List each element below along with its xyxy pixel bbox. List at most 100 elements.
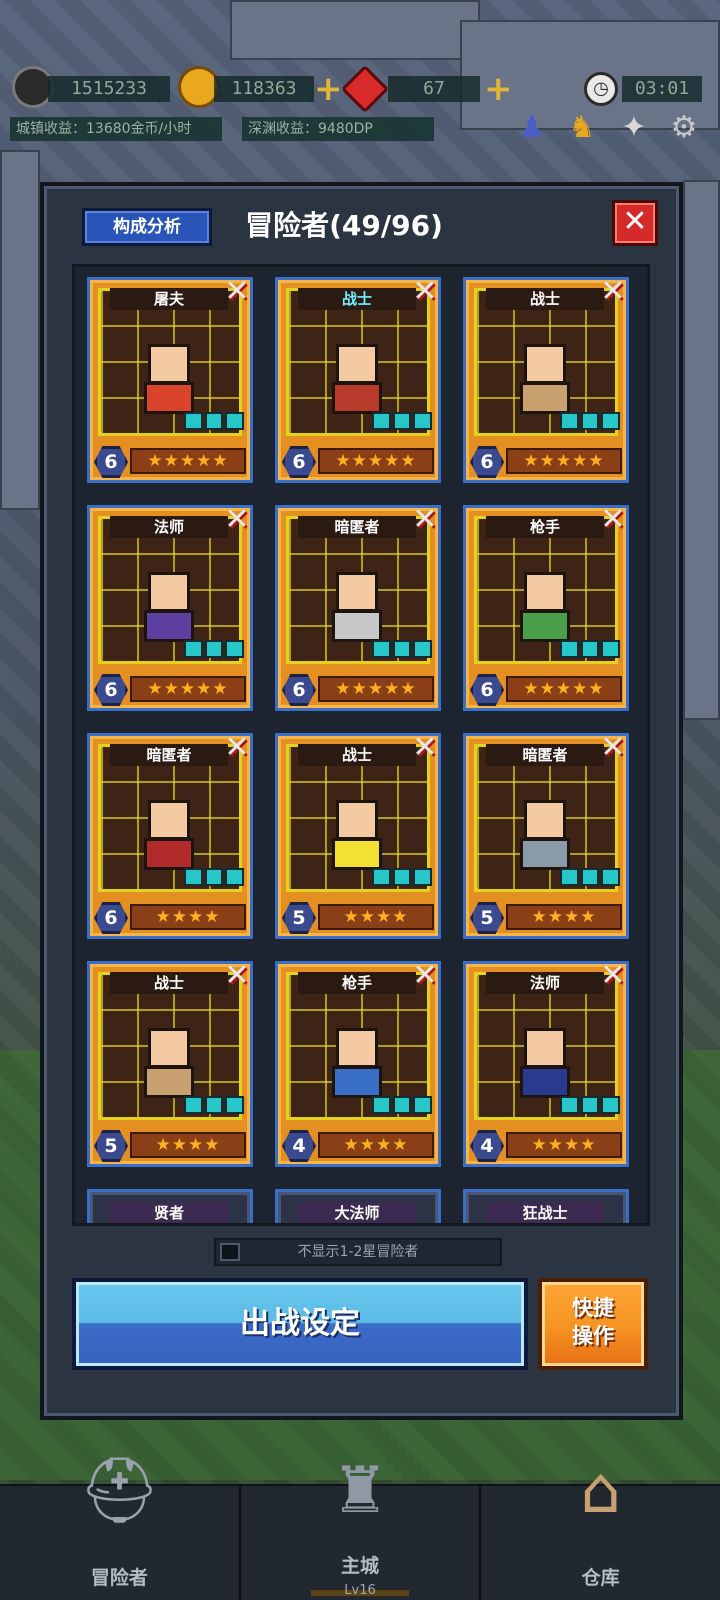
equipment-icons (560, 412, 621, 430)
monster-icon[interactable]: ♞ (562, 108, 602, 148)
adventurer-card[interactable]: ✕ 6 ★★★★★ 暗匿者 (275, 502, 441, 711)
nav-adventurer[interactable]: ⛑ 冒险者 (0, 1454, 241, 1600)
adventurer-panel: 构成分析 冒险者(49/96) ✕ ✕ 6 ★★★★★ 屠夫 ✕ 6 ★★★★★ 战士 ✕ 6 ★★… (40, 182, 683, 1420)
equipment-icons (184, 640, 245, 658)
town-income: 城镇收益：13680金币/小时 (10, 117, 222, 141)
adventurer-group-icon[interactable]: ♟ (512, 108, 552, 148)
panel-title: 冒险者(49/96) (245, 209, 443, 242)
city-level: Lv16 (344, 1583, 376, 1598)
adventurer-card[interactable]: ✕ 5 ★★★★ 暗匿者 (463, 730, 629, 939)
hero-sprite (318, 324, 396, 416)
card-level: 6 (282, 446, 316, 478)
add-gem-icon[interactable]: + (484, 72, 513, 106)
abyss-income: 深渊收益：9480DP (242, 117, 434, 141)
equipment-icons (184, 1096, 245, 1114)
toggle-checkbox[interactable] (220, 1243, 240, 1261)
card-class-label: 暗匿者 (298, 516, 416, 538)
adventurer-card[interactable]: ✕ 6 ★★★★★ 战士 (463, 274, 629, 483)
adventurer-card[interactable]: ✕ 4 ★★★★ 枪手 (275, 958, 441, 1167)
nav-main-city-label: 主城 (341, 1555, 380, 1577)
card-stars: ★★★★★ (506, 448, 622, 474)
add-gold-icon[interactable]: + (314, 72, 343, 106)
hero-sprite (506, 552, 584, 644)
card-level: 6 (94, 902, 128, 934)
quick-operation-button[interactable]: 快捷 操作 (538, 1278, 648, 1370)
card-class-label: 法师 (110, 516, 228, 538)
card-stars: ★★★★★ (130, 676, 246, 702)
card-class-label: 狂战士 (486, 1202, 604, 1223)
clock-icon: ◷ (584, 72, 618, 106)
hero-sprite (130, 552, 208, 644)
hero-sprite (318, 780, 396, 872)
gear-icon[interactable]: ⚙ (664, 108, 704, 148)
card-level: 6 (282, 674, 316, 706)
equipment-icons (184, 412, 245, 430)
compass-icon[interactable]: ✦ (614, 108, 654, 148)
timer-text: 03:01 (622, 76, 702, 102)
nav-warehouse[interactable]: ⌂ 仓库 (481, 1454, 720, 1600)
equipment-icons (560, 640, 621, 658)
card-level: 6 (94, 446, 128, 478)
adventurer-card[interactable]: ✕ 4 ★★★★ 法师 (463, 958, 629, 1167)
composition-analysis-button[interactable]: 构成分析 (82, 208, 212, 246)
card-level: 5 (94, 1130, 128, 1162)
equipment-icons (372, 640, 433, 658)
adventurer-card[interactable]: ✕ 6 ★★★★★ 枪手 (463, 502, 629, 711)
warehouse-icon: ⌂ (580, 1454, 621, 1528)
card-class-label: 屠夫 (110, 288, 228, 310)
hero-sprite (506, 1008, 584, 1100)
adventurer-card[interactable]: 狂战士 (463, 1189, 629, 1223)
gold-count: 118363 (214, 76, 314, 102)
card-level: 6 (470, 674, 504, 706)
knight-helmet-icon: ⛑ (78, 1454, 160, 1528)
card-class-label: 大法师 (298, 1202, 416, 1223)
hero-sprite (130, 324, 208, 416)
hide-low-star-toggle[interactable]: 不显示1-2星冒险者 (214, 1238, 502, 1266)
adventurer-card[interactable]: ✕ 6 ★★★★★ 屠夫 (87, 274, 253, 483)
card-level: 5 (470, 902, 504, 934)
card-level: 6 (94, 674, 128, 706)
card-stars: ★★★★ (318, 1132, 434, 1158)
battle-setting-button[interactable]: 出战设定 (72, 1278, 528, 1370)
card-class-label: 战士 (298, 744, 416, 766)
equipment-icons (184, 868, 245, 886)
card-class-label: 暗匿者 (486, 744, 604, 766)
adventurer-card[interactable]: ✕ 6 ★★★★★ 法师 (87, 502, 253, 711)
quick-label-line1: 快捷 (572, 1296, 614, 1320)
adventurer-card[interactable]: ✕ 5 ★★★★ 战士 (87, 958, 253, 1167)
quick-label-line2: 操作 (572, 1324, 614, 1348)
card-stars: ★★★★ (130, 1132, 246, 1158)
card-class-label: 枪手 (298, 972, 416, 994)
adventurer-card[interactable]: 贤者 (87, 1189, 253, 1223)
card-class-label: 战士 (486, 288, 604, 310)
hero-sprite (130, 1008, 208, 1100)
hero-sprite (130, 780, 208, 872)
adventurer-card[interactable]: ✕ 5 ★★★★ 战士 (275, 730, 441, 939)
card-stars: ★★★★ (318, 904, 434, 930)
equipment-icons (372, 1096, 433, 1114)
bottom-nav: ⛑ 冒险者 ♜ 主城 Lv16 ⌂ 仓库 (0, 1454, 720, 1600)
close-button[interactable]: ✕ (612, 200, 658, 246)
hero-sprite (318, 552, 396, 644)
adventurer-card[interactable]: ✕ 6 ★★★★★ 战士 (275, 274, 441, 483)
card-class-label: 战士 (298, 288, 416, 310)
soul-count: 1515233 (48, 76, 170, 102)
card-level: 4 (470, 1130, 504, 1162)
card-stars: ★★★★★ (318, 448, 434, 474)
castle-icon: ♜ (331, 1454, 389, 1528)
equipment-icons (372, 412, 433, 430)
hero-sprite (318, 1008, 396, 1100)
adventurer-card[interactable]: 大法师 (275, 1189, 441, 1223)
adventurer-grid[interactable]: ✕ 6 ★★★★★ 屠夫 ✕ 6 ★★★★★ 战士 ✕ 6 ★★★★★ 战士 ✕ 6 ★★★★★ 法师 ✕ 6 ★★… (72, 264, 650, 1226)
card-stars: ★★★★ (506, 904, 622, 930)
adventurer-card[interactable]: ✕ 6 ★★★★ 暗匿者 (87, 730, 253, 939)
card-stars: ★★★★★ (506, 676, 622, 702)
card-stars: ★★★★ (506, 1132, 622, 1158)
nav-main-city[interactable]: ♜ 主城 Lv16 (240, 1454, 482, 1600)
equipment-icons (560, 1096, 621, 1114)
card-class-label: 法师 (486, 972, 604, 994)
hero-sprite (506, 780, 584, 872)
card-class-label: 贤者 (110, 1202, 228, 1223)
card-stars: ★★★★★ (130, 448, 246, 474)
card-class-label: 战士 (110, 972, 228, 994)
